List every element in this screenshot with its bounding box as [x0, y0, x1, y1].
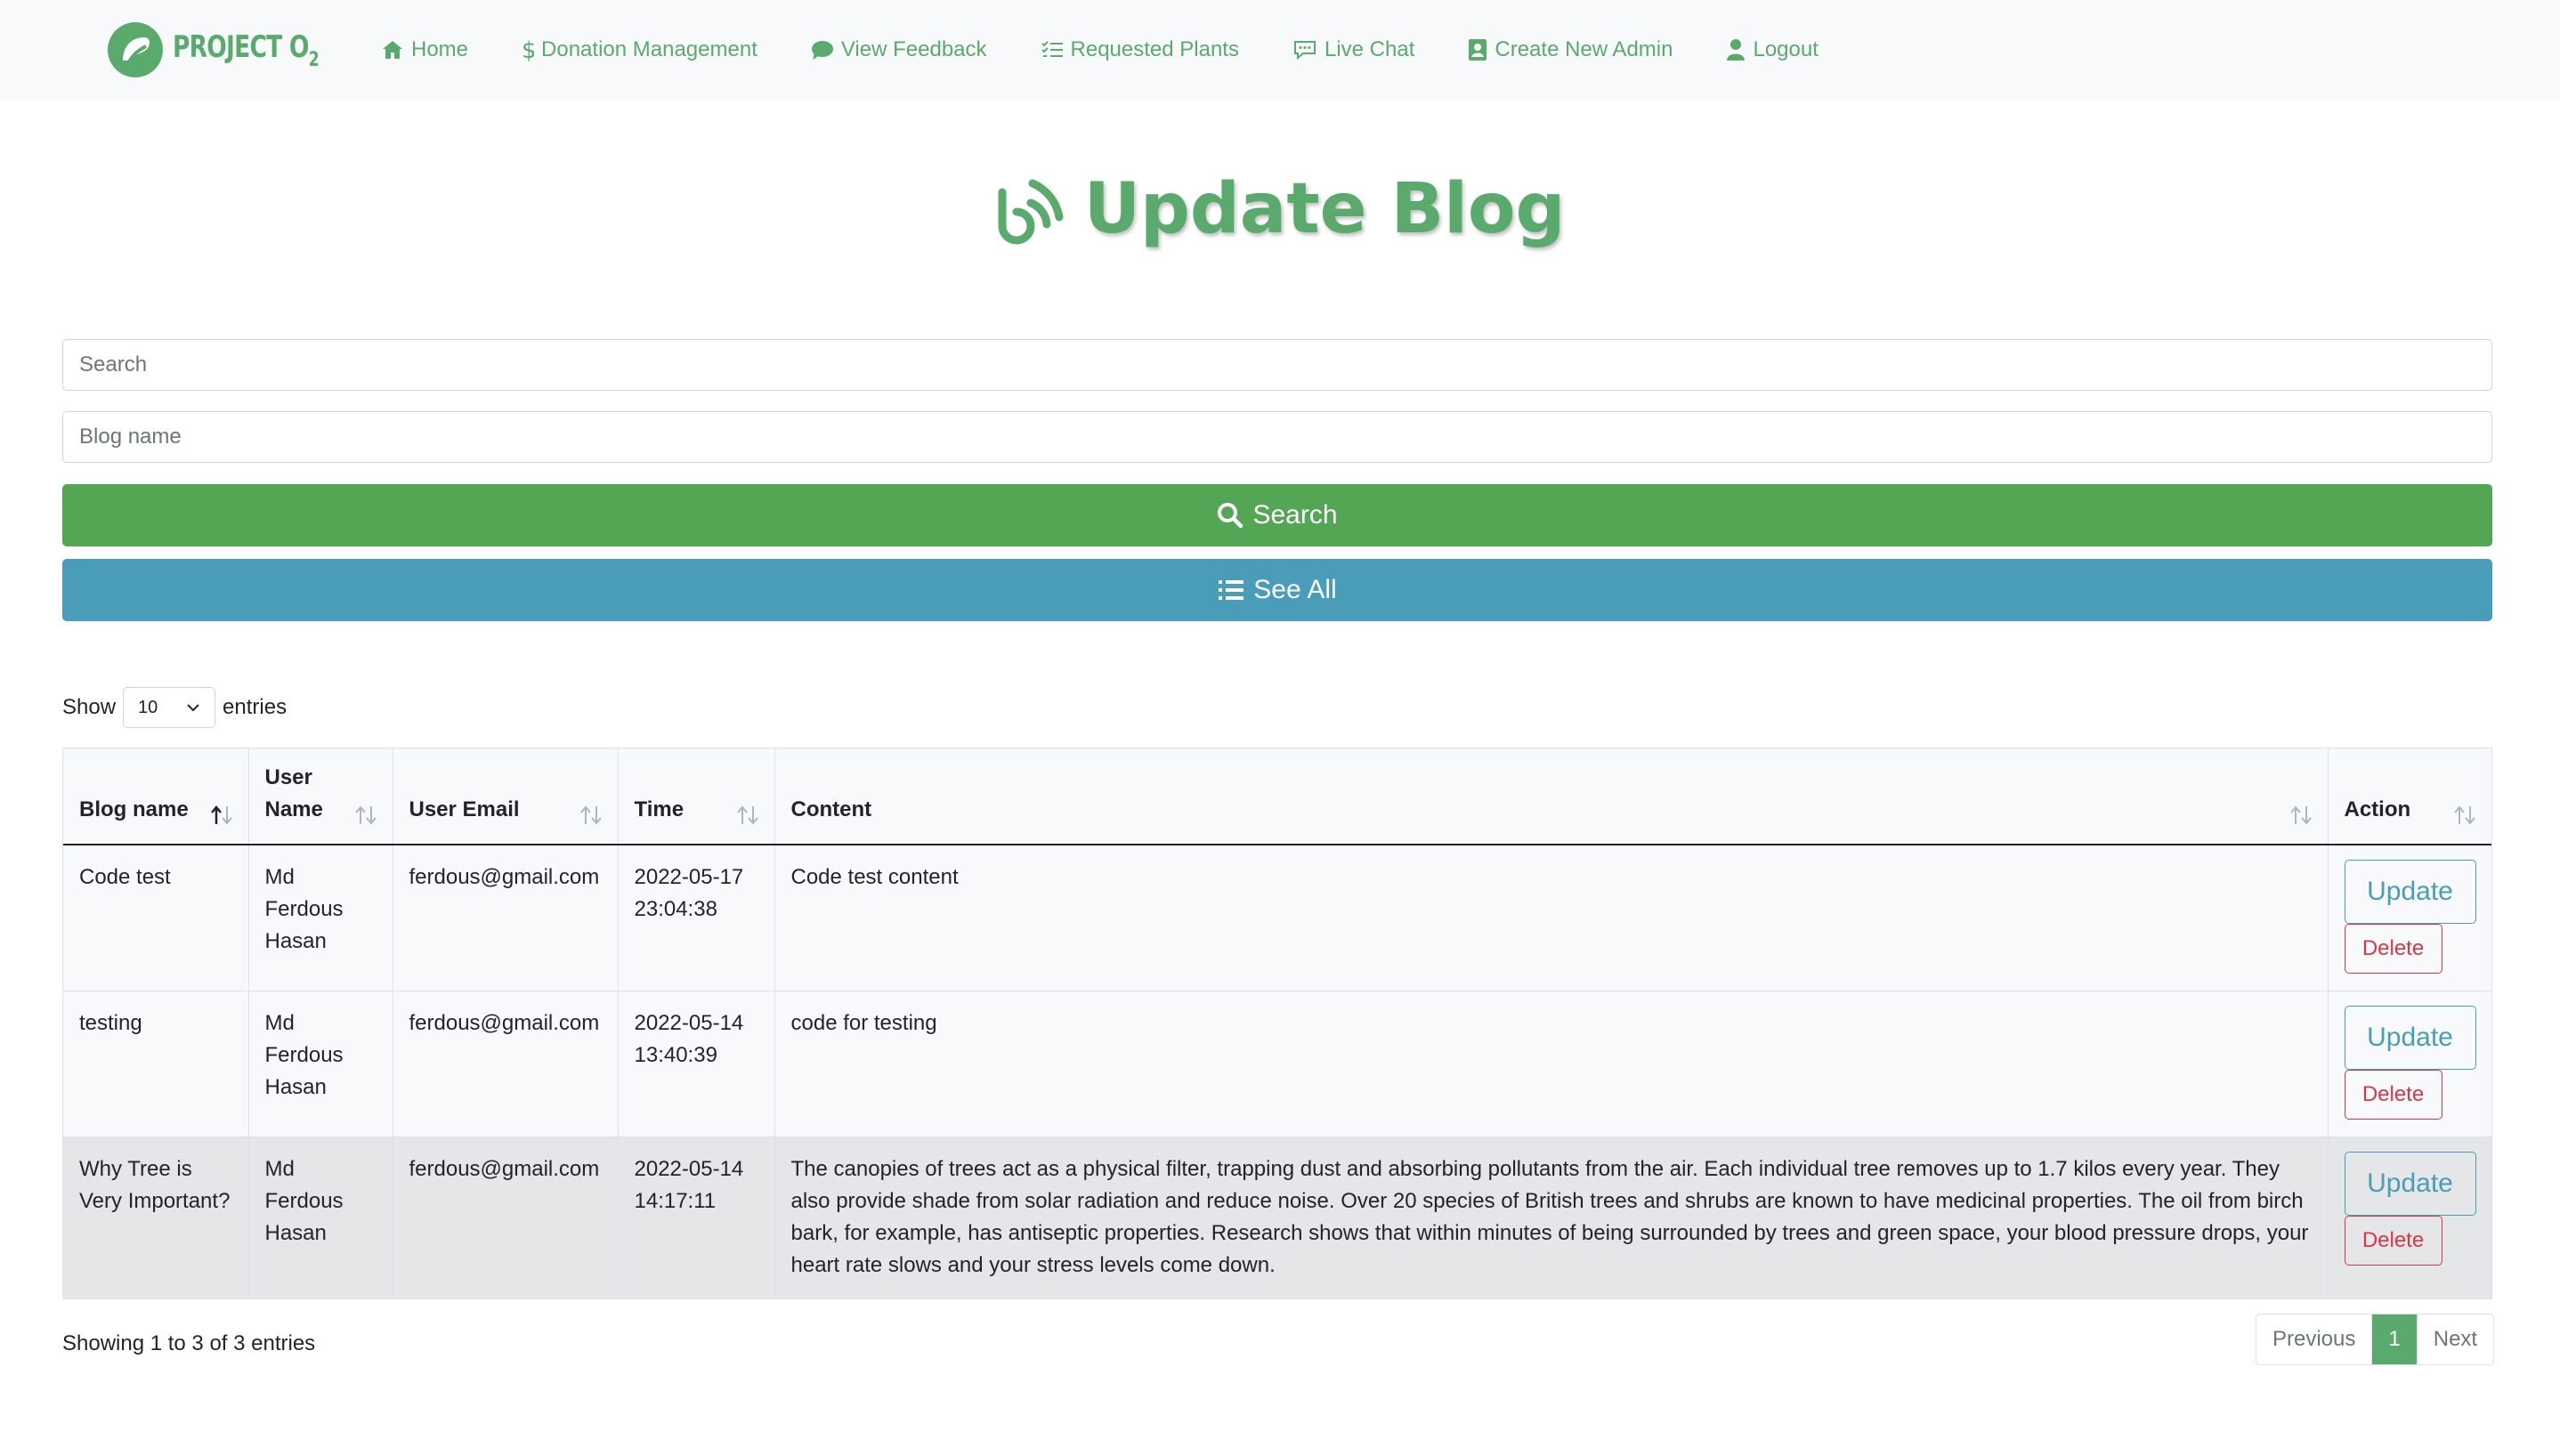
cell-content: Code test content [774, 844, 2329, 991]
cell-user-email: ferdous@gmail.com [393, 1136, 619, 1298]
chat-icon [1293, 41, 1316, 61]
table-row: testing Md Ferdous Hasan ferdous@gmail.c… [63, 990, 2491, 1136]
nav-home[interactable]: Home [381, 37, 468, 62]
list-check-icon [1041, 41, 1063, 57]
table-info: Showing 1 to 3 of 3 entries [62, 1331, 316, 1355]
update-button[interactable]: Update [2344, 1005, 2476, 1070]
pagination-page-1[interactable]: 1 [2371, 1314, 2418, 1364]
nav-view-feedback[interactable]: View Feedback [811, 37, 987, 62]
cell-time: 2022-05-14 14:17:11 [618, 1136, 775, 1298]
cell-user-name: Md Ferdous Hasan [248, 1136, 393, 1298]
cell-content: code for testing [774, 990, 2329, 1136]
update-button[interactable]: Update [2344, 860, 2476, 924]
column-time[interactable]: Time [618, 748, 775, 845]
page-title: Update Blog [1083, 169, 1566, 249]
id-card-icon [1469, 39, 1487, 61]
cell-blog-name: Code test [63, 844, 249, 991]
page-header: Update Blog [0, 169, 2560, 249]
rss-icon [998, 179, 1064, 245]
comment-icon [811, 41, 833, 60]
show-entries: Show 10 entries [62, 687, 287, 728]
dollar-icon: $ [522, 38, 534, 61]
update-button[interactable]: Update [2344, 1151, 2476, 1216]
column-blog-name[interactable]: Blog name [63, 748, 249, 845]
search-input[interactable] [62, 339, 2492, 391]
sort-asc-icon [210, 805, 232, 825]
cell-action: Update Delete [2328, 844, 2491, 991]
blog-name-input[interactable] [62, 411, 2492, 463]
delete-button[interactable]: Delete [2344, 924, 2443, 974]
table-row: Why Tree is Very Important? Md Ferdous H… [63, 1136, 2491, 1298]
cell-user-name: Md Ferdous Hasan [248, 844, 393, 991]
sort-icon [579, 805, 602, 825]
column-user-name[interactable]: User Name [248, 748, 393, 845]
table-row: Code test Md Ferdous Hasan ferdous@gmail… [63, 844, 2491, 991]
cell-content: The canopies of trees act as a physical … [774, 1136, 2329, 1298]
blog-table: Blog name User Name User Email Time Cont… [62, 748, 2492, 1299]
chevron-down-icon [187, 704, 199, 712]
cell-user-email: ferdous@gmail.com [393, 990, 619, 1136]
nav-live-chat[interactable]: Live Chat [1292, 37, 1414, 62]
nav-requested-plants[interactable]: Requested Plants [1041, 37, 1239, 62]
main-nav: Home $ Donation Management View Feedback… [381, 0, 1872, 100]
see-all-button[interactable]: See All [62, 559, 2492, 621]
nav-create-new-admin[interactable]: Create New Admin [1468, 37, 1673, 62]
sort-icon [354, 805, 377, 825]
cell-user-email: ferdous@gmail.com [393, 844, 619, 991]
cell-blog-name: Why Tree is Very Important? [63, 1136, 249, 1298]
nav-logout[interactable]: Logout [1726, 37, 1819, 62]
column-content[interactable]: Content [774, 748, 2329, 845]
entries-select[interactable]: 10 [123, 687, 216, 728]
cell-user-name: Md Ferdous Hasan [248, 990, 393, 1136]
cell-time: 2022-05-14 13:40:39 [618, 990, 775, 1136]
sort-icon [2289, 805, 2312, 825]
sort-icon [2454, 805, 2475, 825]
delete-button[interactable]: Delete [2344, 1069, 2443, 1120]
list-icon [1219, 580, 1244, 600]
search-icon [1218, 503, 1244, 529]
user-icon [1727, 39, 1746, 61]
cell-time: 2022-05-17 23:04:38 [618, 844, 775, 991]
cell-action: Update Delete [2328, 990, 2491, 1136]
pagination: Previous 1 Next [2256, 1314, 2495, 1365]
pagination-next[interactable]: Next [2418, 1314, 2493, 1364]
search-button[interactable]: Search [62, 484, 2492, 546]
nav-donation-management[interactable]: $ Donation Management [522, 37, 757, 62]
sort-icon [736, 805, 758, 825]
cell-blog-name: testing [63, 990, 249, 1136]
navbar: PROJECT O2 Home $ Donation Management Vi… [0, 0, 2560, 100]
column-action[interactable]: Action [2328, 748, 2491, 845]
svg-text:$: $ [522, 38, 534, 61]
table-header: Blog name User Name User Email Time Cont… [63, 748, 2491, 845]
pagination-previous[interactable]: Previous [2256, 1314, 2371, 1364]
brand-logo[interactable]: PROJECT O2 [105, 18, 360, 82]
brand-name: PROJECT O2 [173, 28, 320, 71]
home-icon [383, 41, 402, 59]
column-user-email[interactable]: User Email [393, 748, 619, 845]
leaf-logo-icon [108, 22, 163, 77]
cell-action: Update Delete [2328, 1136, 2491, 1298]
delete-button[interactable]: Delete [2344, 1215, 2443, 1266]
